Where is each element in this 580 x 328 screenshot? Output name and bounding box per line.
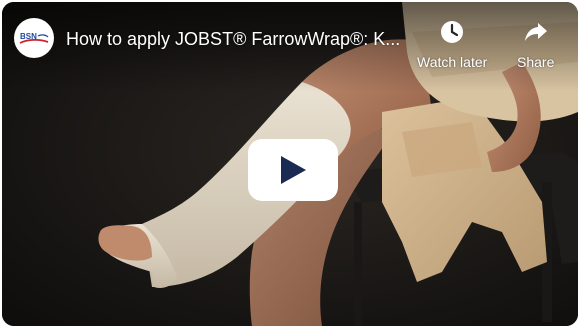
video-title[interactable]: How to apply JOBST® FarrowWrap®: K... [66, 27, 406, 51]
share-label: Share [517, 54, 555, 70]
watch-later-button[interactable]: Watch later [417, 18, 487, 71]
clock-icon [438, 18, 466, 46]
share-arrow-icon [522, 18, 550, 46]
video-player[interactable]: BSN How to apply JOBST® FarrowWrap®: K..… [2, 2, 578, 326]
play-icon [281, 156, 306, 184]
bsn-logo-icon: BSN [19, 32, 49, 44]
share-button[interactable]: Share [517, 18, 554, 71]
channel-avatar[interactable]: BSN [14, 18, 54, 58]
play-button[interactable] [248, 139, 338, 201]
watch-later-label: Watch later [417, 54, 488, 70]
